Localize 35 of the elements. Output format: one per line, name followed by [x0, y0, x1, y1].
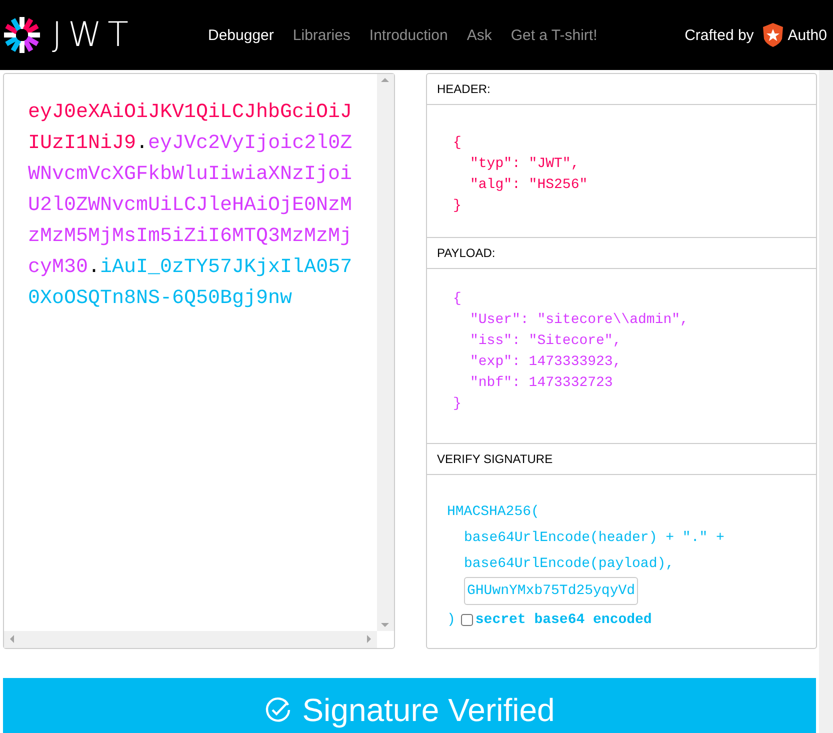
nav-link[interactable]: Ask	[466, 26, 492, 44]
code-line: }	[453, 197, 462, 216]
nav-link[interactable]: Debugger	[208, 26, 274, 44]
section-title: VERIFY SIGNATURE	[427, 444, 816, 475]
encoded-token-panel[interactable]: eyJ0eXAiOiJKV1QiLCJhbGciOiJIUzI1NiJ9.eyJVc2VyIjoic2l0ZWNvcmVcXGFkbWluIiwiaXNzIjoiU2l0ZWNvcmUiLCJleHAiOjE0NzMzMzM5MjMsIm5iZiI6MTQ3MzMzMjcyM30.iAuI_0zTY57JKjxIlA0570XoOSQTn8NS-6Q50Bgj9nw	[3, 73, 395, 649]
starburst-logo-icon	[2, 15, 42, 55]
code-line: "alg": "HS256"	[469, 176, 589, 195]
nav-link[interactable]: Get a T-shirt!	[510, 26, 598, 44]
code-line: "User": "sitecore\\admin",	[469, 311, 690, 330]
code-line: "exp": 1473333923,	[469, 353, 622, 372]
code-line: {	[453, 134, 462, 153]
nav-link[interactable]: Introduction	[369, 26, 448, 44]
section-title: HEADER:	[427, 74, 816, 105]
check-circle-icon	[264, 696, 292, 724]
code-line: "nbf": 1473332723	[469, 374, 614, 393]
code-line: base64UrlEncode(payload),	[463, 555, 676, 574]
logo-text[interactable]: JWT	[52, 15, 134, 55]
signature-status-text: Signature Verified	[302, 691, 555, 730]
vertical-scrollbar[interactable]	[377, 74, 394, 631]
code-line: "iss": "Sitecore",	[469, 332, 622, 351]
code-line: {	[453, 290, 462, 309]
horizontal-scrollbar[interactable]	[4, 631, 377, 648]
page-scrollbar[interactable]	[819, 70, 833, 733]
brand-name[interactable]: Auth0	[788, 26, 827, 44]
code-line: base64UrlEncode(header) + "." +	[463, 529, 726, 548]
checkbox[interactable]	[461, 614, 474, 626]
code-line: )	[447, 611, 456, 630]
encoded-token-text: eyJ0eXAiOiJKV1QiLCJhbGciOiJIUzI1NiJ9.eyJVc2VyIjoic2l0ZWNvcmVcXGFkbWluIiwiaXNzIjoiU2l0ZWNvcmUiLCJleHAiOjE0NzMzMzM5MjMsIm5iZiI6MTQ3MzMzMjcyM30.iAuI_0zTY57JKjxIlA0570XoOSQTn8NS-6Q50Bgj9nw	[28, 100, 354, 312]
code-line: HMACSHA256(	[447, 503, 540, 522]
code-line: "typ": "JWT",	[469, 155, 580, 174]
nav-link[interactable]: Libraries	[292, 26, 350, 44]
shield-star-icon[interactable]	[762, 22, 784, 48]
section-title: PAYLOAD:	[427, 238, 816, 269]
crafted-by-text: Crafted by	[684, 26, 754, 44]
code-line: }	[453, 395, 462, 414]
